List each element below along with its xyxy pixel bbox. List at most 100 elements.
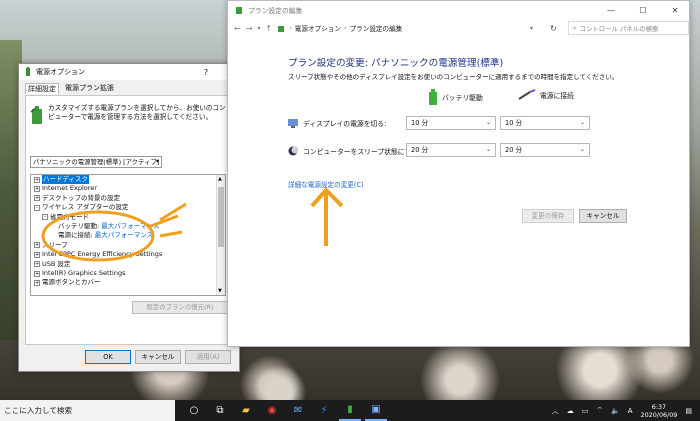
- sleep-plugged-select[interactable]: 20 分 ⌄: [500, 143, 590, 157]
- chevron-down-icon: ▾: [155, 158, 159, 165]
- tree-item-label: 省電力モード: [50, 212, 89, 221]
- tree-item[interactable]: + USB 設定: [31, 260, 225, 269]
- back-arrow-icon[interactable]: ←: [234, 24, 241, 33]
- tree-item[interactable]: + Intel CPPC Energy Efficiency Settings: [31, 250, 225, 259]
- power-plan-select[interactable]: パナソニックの電源管理(標準) [アクティブ] ▾: [30, 156, 162, 168]
- cortana-icon[interactable]: ○: [183, 400, 205, 421]
- tree-scrollbar[interactable]: ▲ ▼: [216, 175, 225, 295]
- mail-icon[interactable]: ✉: [287, 400, 309, 421]
- display-plugged-select[interactable]: 10 分 ⌄: [500, 116, 590, 130]
- maximize-button[interactable]: ☐: [629, 6, 657, 15]
- column-battery-label: バッテリ駆動: [442, 94, 483, 102]
- recent-chevron-icon[interactable]: ▾: [257, 25, 260, 32]
- tree-item-value[interactable]: 最大パフォーマンス: [101, 222, 159, 231]
- column-plugged-in-label: 電源に接続: [540, 92, 574, 100]
- cloud-icon[interactable]: ☁: [567, 407, 574, 415]
- tree-item-label: USB 設定: [42, 259, 71, 268]
- description-text: カスタマイズする電源プランを選択してから、お使いのコンピューターで電源を管理する…: [48, 104, 226, 121]
- breadcrumb-separator-icon: ›: [289, 24, 292, 32]
- forward-arrow-icon[interactable]: →: [246, 24, 253, 33]
- tab-advanced-settings[interactable]: 詳細設定: [25, 83, 59, 94]
- minimize-button[interactable]: —: [597, 6, 625, 15]
- address-dropdown-icon[interactable]: ▾: [530, 25, 533, 32]
- ok-button[interactable]: OK: [85, 350, 131, 364]
- chevron-down-icon: ⌄: [579, 146, 585, 153]
- tree-item[interactable]: + Internet Explorer: [31, 184, 225, 193]
- collapse-icon[interactable]: -: [42, 214, 48, 221]
- breadcrumb-item-power-options[interactable]: 電源オプション: [295, 23, 341, 33]
- control-panel-taskbar-icon[interactable]: ▣: [365, 400, 387, 421]
- power-options-dialog: 電源オプション ? X 詳細設定 電源プラン拡張 カスタマイズする電源プランを選…: [18, 63, 240, 372]
- power-options-taskbar-icon[interactable]: ▮: [339, 400, 361, 421]
- chevron-up-icon[interactable]: ︿: [552, 406, 559, 416]
- wifi-icon[interactable]: ⌔: [596, 406, 603, 415]
- tree-item-value[interactable]: 最大パフォーマンス: [95, 231, 153, 240]
- chevron-down-icon: ⌄: [485, 146, 491, 153]
- restore-default-plan-button[interactable]: 既定のプランの復元(R): [132, 301, 228, 314]
- breadcrumb-item-edit-plan[interactable]: プラン設定の編集: [350, 23, 403, 33]
- up-arrow-icon[interactable]: ↑: [265, 24, 272, 33]
- scroll-thumb[interactable]: [218, 187, 224, 247]
- sleep-battery-select[interactable]: 20 分 ⌄: [406, 143, 496, 157]
- tree-item[interactable]: + スリープ: [31, 241, 225, 250]
- cancel-button[interactable]: キャンセル: [135, 350, 181, 364]
- expand-icon[interactable]: +: [34, 279, 40, 286]
- power-plan-icon: [236, 7, 242, 14]
- ime-indicator[interactable]: A: [628, 407, 633, 415]
- advanced-power-settings-link[interactable]: 詳細な電源設定の変更(C): [288, 179, 364, 189]
- power-plug-icon: [518, 89, 536, 100]
- tree-item[interactable]: バッテリ駆動: 最大パフォーマンス: [31, 222, 225, 231]
- window-close-button[interactable]: ✕: [661, 6, 689, 15]
- tree-item-label: 電源ボタンとカバー: [42, 278, 101, 287]
- battery-icon: [429, 89, 437, 105]
- task-view-icon[interactable]: ⧉: [209, 400, 231, 421]
- tree-item-label: ハードディスク: [42, 175, 90, 185]
- expand-icon[interactable]: +: [34, 176, 40, 183]
- notifications-icon[interactable]: ▤: [685, 407, 692, 415]
- tree-item[interactable]: - 省電力モード: [31, 213, 225, 222]
- collapse-icon[interactable]: -: [34, 204, 40, 211]
- display-battery-select[interactable]: 10 分 ⌄: [406, 116, 496, 130]
- advanced-settings-panel: カスタマイズする電源プランを選択してから、お使いのコンピューターで電源を管理する…: [25, 95, 233, 345]
- tree-item-label: バッテリ駆動:: [58, 221, 100, 230]
- scroll-down-icon[interactable]: ▼: [218, 288, 222, 294]
- expand-icon[interactable]: +: [34, 270, 40, 277]
- breadcrumb[interactable]: › 電源オプション › プラン設定の編集: [277, 23, 483, 33]
- tree-item-label: Intel CPPC Energy Efficiency Settings: [42, 250, 163, 259]
- apply-button[interactable]: 適用(A): [185, 350, 231, 364]
- display-icon: [288, 119, 298, 128]
- sleep-plugged-value: 20 分: [505, 146, 523, 154]
- tree-item[interactable]: + デスクトップの背景の設定: [31, 194, 225, 203]
- address-bar: ← → ▾ ↑ › 電源オプション › プラン設定の編集 ▾ ↻ ⌕ コントロー…: [228, 19, 689, 37]
- expand-icon[interactable]: +: [34, 186, 40, 193]
- tree-item[interactable]: + 電源ボタンとカバー: [31, 278, 225, 287]
- taskbar-search-box[interactable]: ここに入力して検索: [0, 400, 175, 421]
- refresh-icon[interactable]: ↻: [550, 24, 557, 33]
- clock[interactable]: 6:37 2020/06/09: [641, 403, 678, 419]
- expand-icon[interactable]: +: [34, 242, 40, 249]
- control-panel-search-input[interactable]: ⌕ コントロール パネルの検索: [567, 21, 689, 35]
- help-button[interactable]: ?: [196, 68, 216, 77]
- settings-tree[interactable]: + ハードディスク + Internet Explorer + デスクトップの背景の設定 -…: [30, 174, 226, 296]
- expand-icon[interactable]: +: [34, 195, 40, 202]
- window-title: プラン設定の編集: [248, 7, 303, 15]
- scroll-up-icon[interactable]: ▲: [218, 176, 222, 182]
- tree-item[interactable]: 電源に接続: 最大パフォーマンス: [31, 231, 225, 240]
- expand-icon[interactable]: +: [34, 251, 40, 258]
- tree-item[interactable]: - ワイヤレス アダプターの設定: [31, 203, 225, 212]
- expand-icon[interactable]: +: [34, 261, 40, 268]
- dialog-title: 電源オプション: [36, 68, 85, 76]
- battery-icon: [26, 67, 30, 76]
- volume-icon[interactable]: 🔈: [611, 407, 620, 415]
- chevron-down-icon: ⌄: [485, 119, 491, 126]
- power-plan-icon: [30, 106, 42, 124]
- messenger-icon[interactable]: ⚡: [313, 400, 335, 421]
- tree-item[interactable]: + Intel(R) Graphics Settings: [31, 269, 225, 278]
- file-explorer-icon[interactable]: ▰: [235, 400, 257, 421]
- battery-tray-icon[interactable]: ▭: [582, 407, 589, 415]
- chrome-icon[interactable]: ◉: [261, 400, 283, 421]
- tree-item[interactable]: + ハードディスク: [31, 175, 225, 185]
- window-cancel-button[interactable]: キャンセル: [579, 209, 627, 223]
- tab-power-plan-extension[interactable]: 電源プラン拡張: [65, 83, 114, 94]
- save-changes-button[interactable]: 変更の保存: [522, 209, 574, 223]
